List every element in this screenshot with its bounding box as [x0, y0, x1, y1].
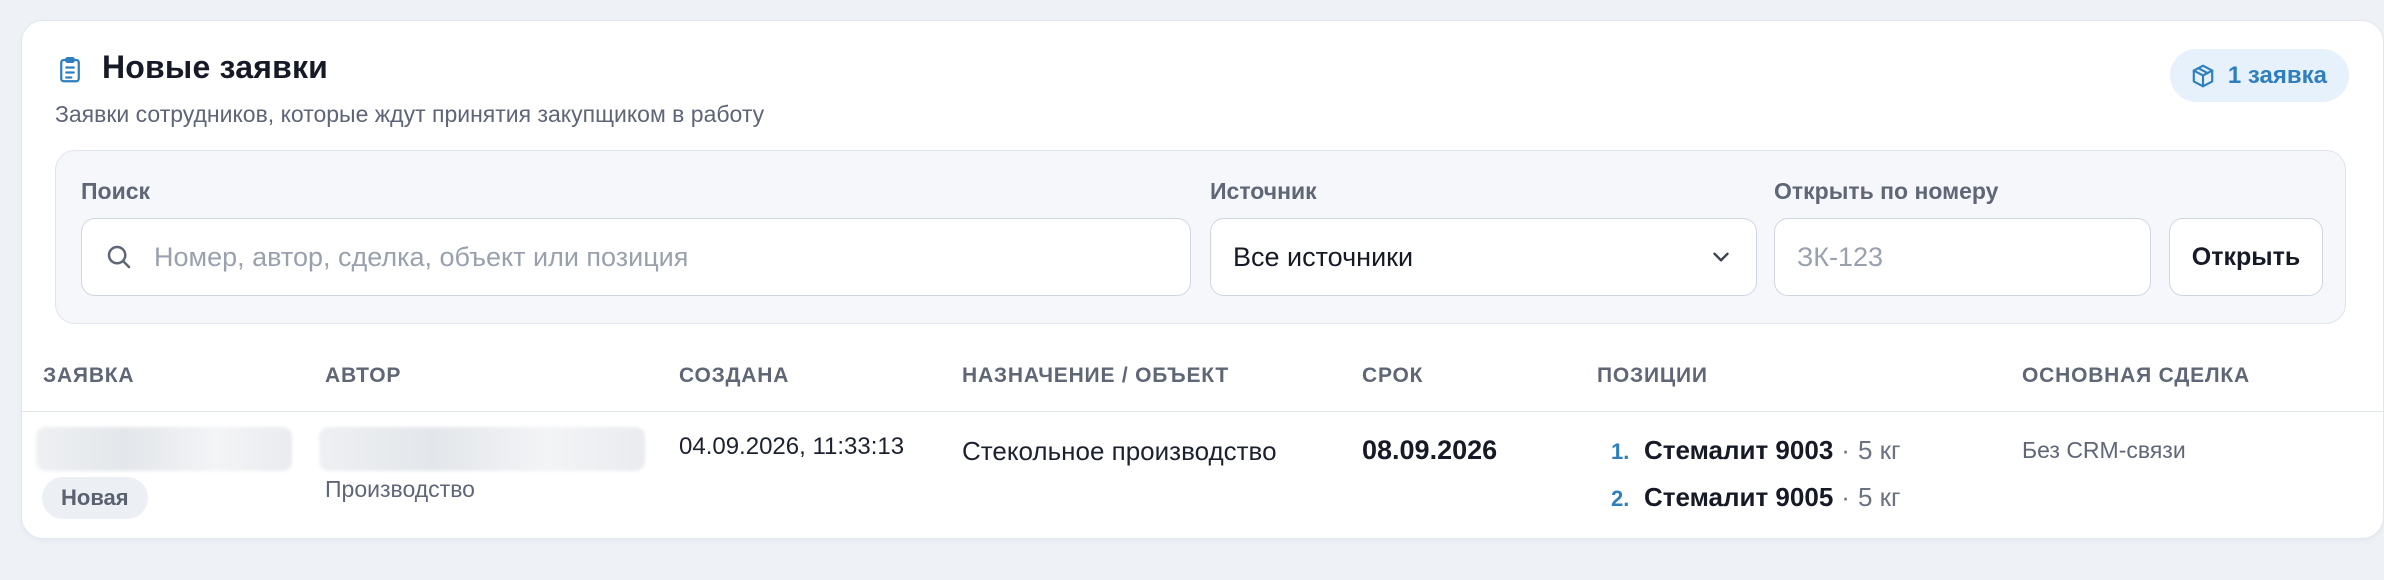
filters-panel: Поиск Источник Открыть по номеру Номер, …: [55, 150, 2346, 324]
purpose-object: Стекольное производство: [962, 436, 1277, 466]
author-name-redacted: [319, 427, 645, 471]
table-header-divider: [22, 411, 2383, 412]
request-number-input[interactable]: ЗК-123: [1774, 218, 2151, 296]
search-placeholder: Номер, автор, сделка, объект или позиция: [154, 241, 689, 272]
main-deal: Без CRM-связи: [2022, 437, 2186, 463]
request-number-redacted: [36, 427, 292, 471]
status-badge: Новая: [42, 477, 148, 519]
search-label: Поиск: [81, 178, 151, 204]
page-subtitle: Заявки сотрудников, которые ждут приняти…: [55, 101, 765, 127]
package-icon: [2192, 64, 2214, 87]
column-header-request: Заявка: [43, 364, 135, 387]
request-number-placeholder: ЗК-123: [1797, 241, 1884, 272]
position-number: 1.: [1611, 439, 1630, 464]
request-count-label: 1 заявка: [2227, 61, 2327, 89]
position-name: Стемалит 9005: [1644, 482, 1834, 512]
author-department: Производство: [325, 476, 475, 502]
created-datetime: 04.09.2026, 11:33:13: [679, 433, 905, 460]
column-header-deadline: Срок: [1362, 364, 1424, 387]
search-input[interactable]: Номер, автор, сделка, объект или позиция: [81, 218, 1191, 296]
column-header-main-deal: Основная сделка: [2022, 364, 2250, 387]
position-name: Стемалит 9003: [1644, 435, 1834, 465]
position-quantity: 5 кг: [1857, 435, 1901, 465]
deadline-date: 08.09.2026: [1362, 435, 1498, 465]
column-header-positions: Позиции: [1597, 364, 1708, 387]
position-item[interactable]: 1. Стемалит 9003 · 5 кг: [1611, 435, 1901, 466]
clipboard-list-icon: [60, 57, 80, 83]
open-by-number-label: Открыть по номеру: [1774, 178, 1999, 204]
open-button[interactable]: Открыть: [2169, 218, 2323, 296]
column-header-created: Создана: [679, 364, 790, 387]
chevron-down-icon: [1713, 252, 1729, 262]
position-number: 2.: [1611, 486, 1630, 511]
position-quantity: 5 кг: [1857, 482, 1901, 512]
column-header-purpose: Назначение / объект: [962, 364, 1230, 387]
source-select[interactable]: Все источники: [1210, 218, 1757, 296]
source-select-value: Все источники: [1233, 241, 1414, 272]
source-label: Источник: [1210, 178, 1317, 204]
request-count-badge: 1 заявка: [2169, 49, 2349, 102]
position-separator: ·: [1841, 435, 1850, 465]
position-separator: ·: [1841, 482, 1850, 512]
search-icon: [107, 245, 131, 269]
column-header-author: Автор: [325, 364, 402, 387]
position-item[interactable]: 2. Стемалит 9005 · 5 кг: [1611, 482, 1901, 513]
page-title: Новые заявки: [102, 49, 329, 85]
new-requests-card: Новые заявки Заявки сотрудников, которые…: [21, 20, 2384, 539]
